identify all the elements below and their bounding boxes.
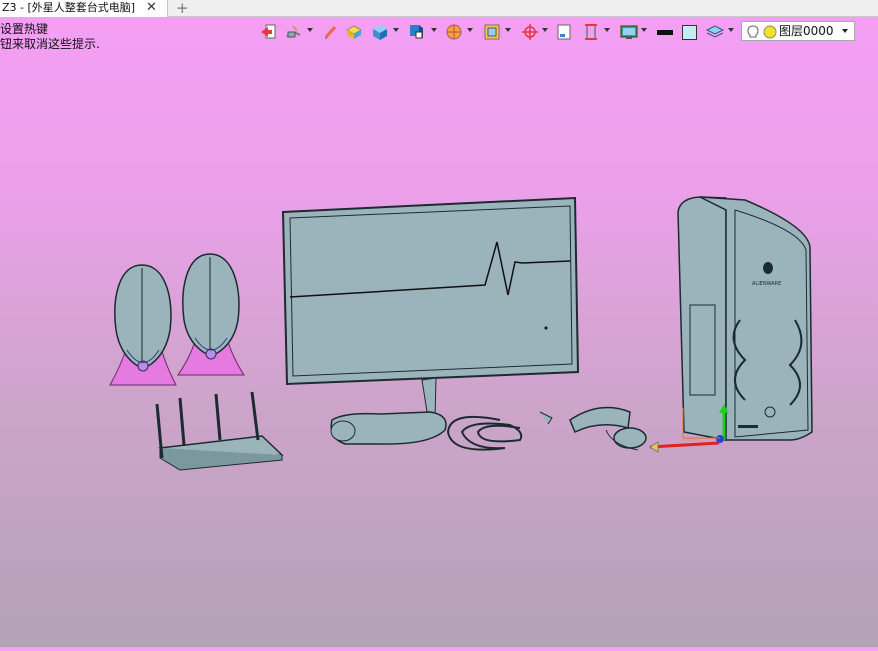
pencil-icon[interactable] (323, 22, 339, 42)
target-icon[interactable] (521, 22, 539, 42)
document-tab[interactable]: Z3 - [外星人整套台式电脑] ✕ (0, 0, 168, 17)
bulb-icon (747, 25, 777, 39)
headset-mouse[interactable] (569, 406, 647, 451)
frame-icon[interactable] (483, 22, 501, 42)
page-icon[interactable] (556, 22, 572, 42)
pc-case[interactable]: ALIENWARE (677, 196, 813, 441)
sphere-icon[interactable] (445, 22, 463, 42)
chevron-down-icon[interactable] (842, 29, 848, 33)
display-icon[interactable] (619, 22, 639, 42)
document-tab-title: Z3 - [外星人整套台式电脑] (2, 1, 136, 14)
keyboard-cable[interactable] (446, 411, 553, 451)
color-swatch[interactable] (656, 22, 674, 42)
shaded-cube-icon[interactable] (407, 22, 427, 42)
new-tab-icon[interactable]: + (176, 0, 189, 17)
scene: ALIENWARE (109, 196, 813, 471)
brush-icon[interactable] (284, 22, 304, 42)
hotkey-hint: 设置热键 钮来取消这些提示. (0, 22, 100, 52)
3d-viewport[interactable]: ALIENWARE (0, 50, 878, 647)
ruler-icon[interactable] (583, 22, 599, 42)
speaker-left[interactable] (109, 264, 177, 386)
color-swatch-light[interactable] (681, 22, 699, 42)
layer-label: 图层0000 (779, 24, 834, 38)
close-tab-icon[interactable]: ✕ (146, 0, 157, 16)
speaker-right[interactable] (177, 253, 245, 376)
monitor[interactable] (281, 196, 580, 445)
layer-dropdown[interactable]: 图层0000 (741, 21, 855, 41)
case-badge-text: ALIENWARE (752, 281, 781, 287)
router[interactable] (155, 391, 284, 471)
cube-icon[interactable] (371, 22, 389, 42)
view-toolbar (257, 20, 737, 44)
box-yellow-icon[interactable] (345, 22, 363, 42)
tab-bar: Z3 - [外星人整套台式电脑] ✕ + (0, 0, 878, 17)
exit-icon[interactable] (260, 22, 278, 42)
hint-line-1: 设置热键 (0, 22, 49, 36)
layer-icon[interactable] (705, 22, 725, 42)
